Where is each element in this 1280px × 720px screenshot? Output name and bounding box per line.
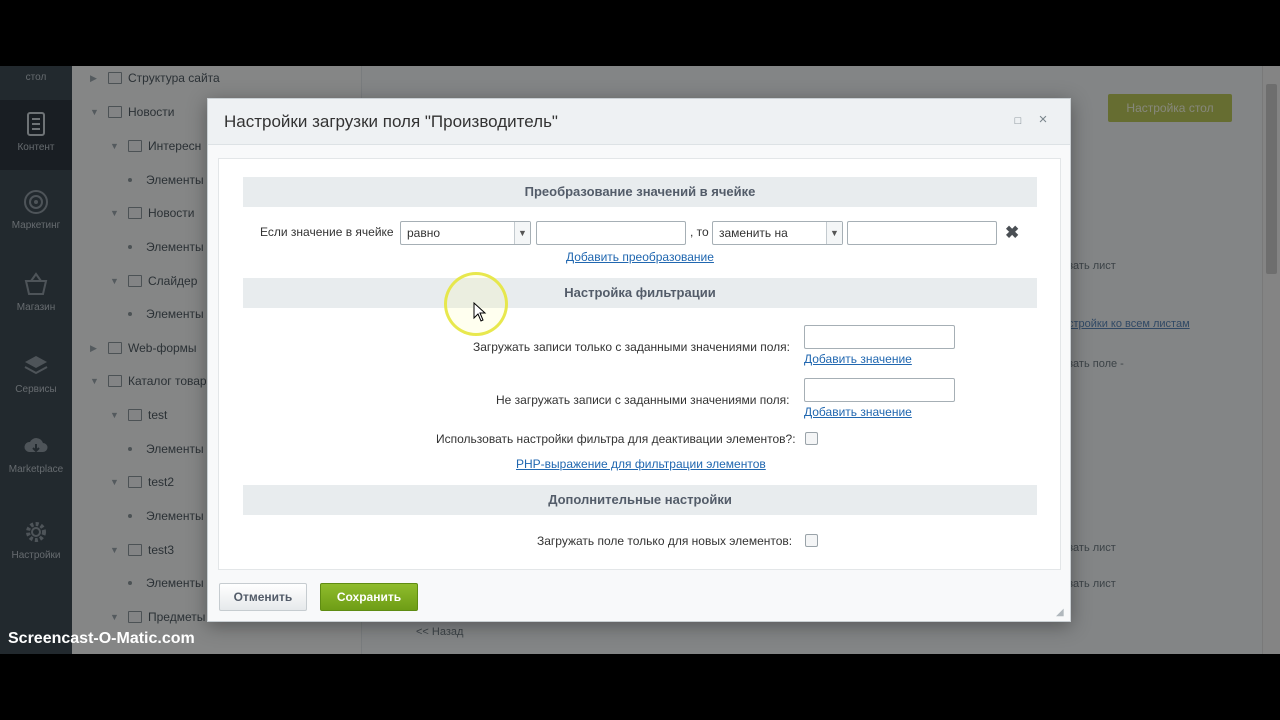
chevron-down-icon: ▼ [514,222,530,244]
deactivate-filter-label: Использовать настройки фильтра для деакт… [436,432,796,446]
close-icon[interactable]: × [1036,112,1050,127]
new-only-checkbox[interactable] [805,534,818,547]
dialog-body: Преобразование значений в ячейке Если зн… [218,158,1061,570]
mouse-pointer-icon [473,302,487,322]
chevron-down-icon: ▼ [826,222,842,244]
section-transform-heading: Преобразование значений в ячейке [243,177,1037,207]
exclude-value-input[interactable] [804,378,955,402]
exclude-values-label: Не загружать записи с заданными значения… [496,393,790,407]
delete-transform-icon[interactable]: ✖ [1005,223,1019,243]
field-settings-dialog: Настройки загрузки поля "Производитель" … [207,98,1071,622]
target-value-input[interactable] [847,221,997,245]
cancel-button[interactable]: Отменить [219,583,307,611]
new-only-label: Загружать поле только для новых элементо… [537,534,793,548]
condition-select[interactable]: равно ▼ [400,221,531,245]
condition-select-value: равно [407,226,441,240]
include-add-value-link[interactable]: Добавить значение [804,352,912,366]
add-transform-link[interactable]: Добавить преобразование [566,250,714,264]
dialog-header[interactable]: Настройки загрузки поля "Производитель" … [208,99,1070,145]
if-value-label: Если значение в ячейке [260,225,394,239]
recording-watermark: Screencast-O-Matic.com [8,630,195,647]
browser-viewport: стол Контент Маркетинг Магазин Сервисы M… [0,66,1280,654]
save-button[interactable]: Сохранить [320,583,418,611]
section-extra-heading: Дополнительные настройки [243,485,1037,515]
maximize-icon[interactable]: □ [1012,115,1024,127]
then-label: , то [690,225,709,239]
include-value-input[interactable] [804,325,955,349]
action-select[interactable]: заменить на ▼ [712,221,843,245]
section-filter-heading: Настройка фильтрации [243,278,1037,308]
resize-grip-icon[interactable]: ◢ [1056,607,1068,619]
include-values-label: Загружать записи только с заданными знач… [473,340,790,354]
dialog-title: Настройки загрузки поля "Производитель" [224,112,558,131]
source-value-input[interactable] [536,221,686,245]
deactivate-filter-checkbox[interactable] [805,432,818,445]
exclude-add-value-link[interactable]: Добавить значение [804,405,912,419]
action-select-value: заменить на [719,226,788,240]
php-filter-link[interactable]: PHP-выражение для фильтрации элементов [516,457,766,471]
